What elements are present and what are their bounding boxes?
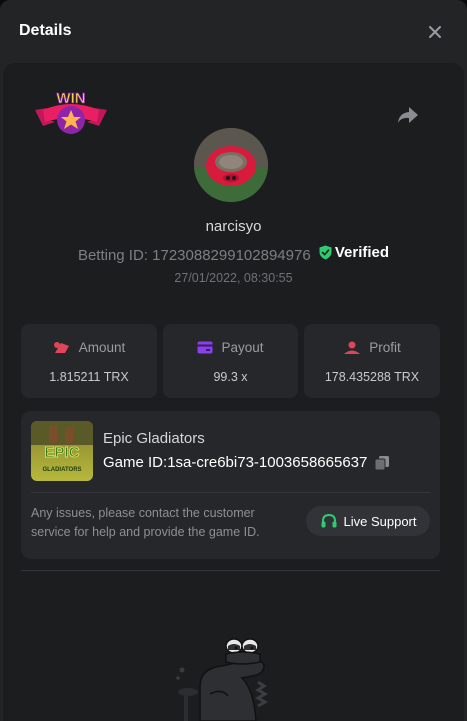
bet-timestamp: 27/01/2022, 08:30:55 [174, 271, 293, 285]
verified-badge: Verified [319, 244, 389, 261]
betting-id-label: Betting ID: [77, 247, 148, 264]
stat-amount-value: 1.815211 TRX [49, 370, 129, 384]
modal-header: Details [0, 0, 467, 60]
shield-check-icon [319, 245, 332, 260]
game-id-value: 1sa-cre6bi73-1003658665637 [167, 454, 368, 471]
payout-icon [197, 341, 213, 354]
game-name: Epic Gladiators [103, 430, 205, 447]
game-thumb-title: EPIC [44, 444, 79, 461]
modal-title: Details [19, 22, 72, 39]
details-modal: Details WIN narcisyo Betting ID: 1723088… [0, 0, 467, 721]
copy-icon[interactable] [374, 455, 390, 471]
stat-payout: Payout 99.3 x [163, 324, 298, 398]
betting-id-value: 1723088299102894976 [152, 247, 311, 264]
stat-payout-label: Payout [221, 340, 264, 355]
win-badge-text: WIN [56, 90, 85, 107]
support-message: Any issues, please contact the customer … [31, 506, 260, 539]
avatar [194, 128, 268, 202]
amount-icon [53, 341, 69, 353]
win-badge-icon: WIN [33, 84, 109, 144]
profit-icon [344, 341, 361, 354]
crocodile-mascot-icon [170, 632, 280, 721]
game-id-label: Game ID: [103, 454, 168, 471]
live-support-button[interactable]: Live Support [306, 506, 430, 536]
stat-payout-value: 99.3 x [213, 370, 248, 384]
section-divider [21, 570, 440, 571]
game-thumbnail[interactable]: EPIC GLADIATORS [31, 421, 93, 481]
game-id-row: Game ID: 1sa-cre6bi73-1003658665637 [103, 454, 390, 471]
close-icon[interactable] [424, 21, 446, 43]
username: narcisyo [205, 218, 262, 235]
verified-label: Verified [334, 244, 390, 261]
live-support-label: Live Support [343, 513, 417, 529]
betting-id-row: Betting ID: 1723088299102894976 Verified [0, 244, 467, 264]
game-card: EPIC GLADIATORS Epic Gladiators Game ID:… [21, 411, 440, 559]
stat-profit-label: Profit [369, 340, 401, 355]
game-card-divider [31, 492, 430, 493]
game-thumb-sub: GLADIATORS [42, 467, 81, 473]
headset-icon [321, 513, 336, 528]
stat-profit: Profit 178.435288 TRX [304, 324, 440, 398]
share-icon[interactable] [396, 104, 420, 126]
stat-profit-value: 178.435288 TRX [324, 370, 420, 384]
stat-amount-label: Amount [78, 340, 126, 355]
stat-amount: Amount 1.815211 TRX [21, 324, 157, 398]
